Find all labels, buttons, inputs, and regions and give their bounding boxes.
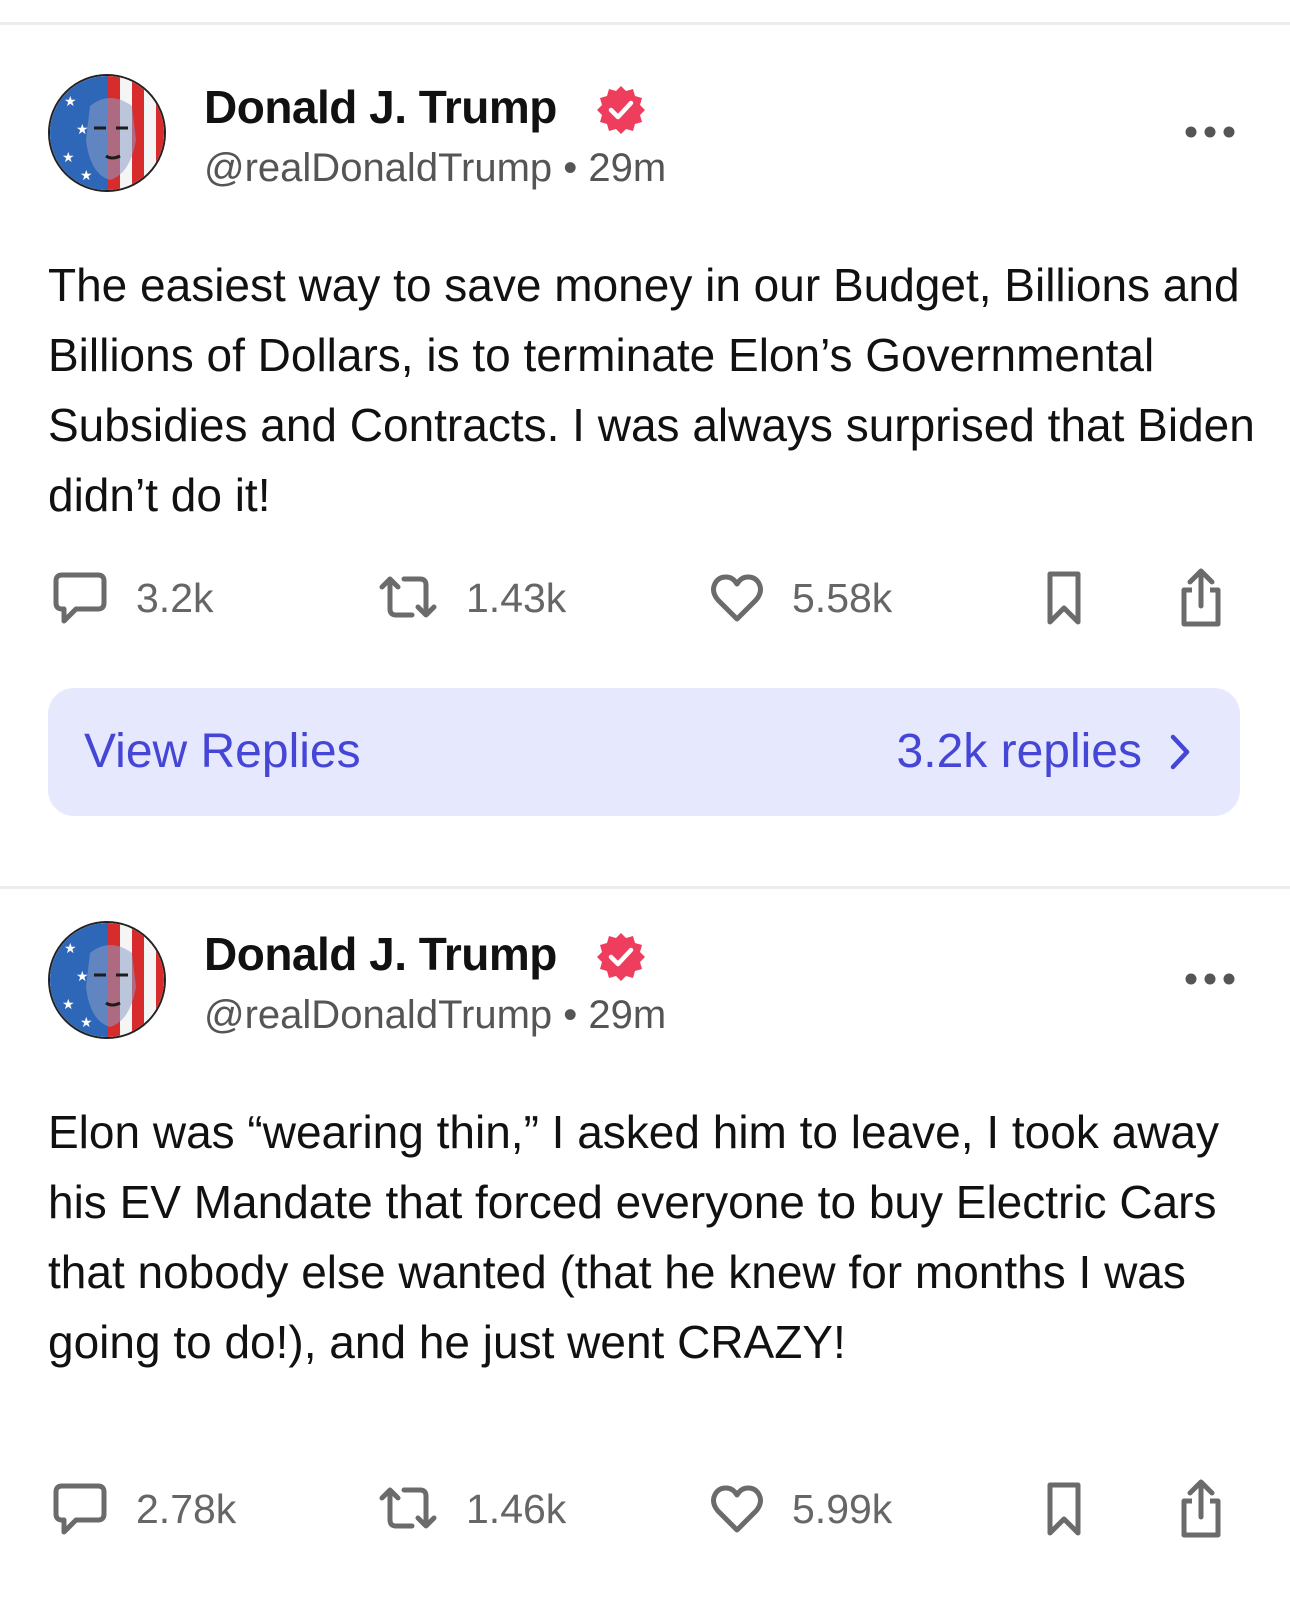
like-count: 5.58k [792, 574, 893, 621]
reply-count: 3.2k [136, 574, 214, 621]
retruth-count: 1.46k [466, 1485, 567, 1532]
retruth-icon [379, 576, 437, 618]
like-button[interactable]: 5.58k [710, 565, 892, 631]
more-options-icon[interactable] [1184, 969, 1236, 989]
svg-text:★: ★ [76, 969, 89, 985]
share-icon [1181, 1479, 1221, 1538]
svg-text:★: ★ [76, 122, 89, 138]
separator: • [563, 993, 578, 1037]
post-text: The easiest way to save money in our Bud… [48, 259, 1255, 521]
chevron-right-icon [1170, 734, 1190, 770]
heart-icon [711, 1485, 763, 1533]
avatar[interactable]: ★ ★ ★ ★ [48, 74, 166, 192]
bookmark-button[interactable] [1044, 565, 1084, 631]
like-button[interactable]: 5.99k [710, 1476, 892, 1542]
svg-text:★: ★ [62, 997, 75, 1013]
svg-text:★: ★ [64, 94, 77, 110]
share-icon [1181, 568, 1221, 627]
handle-line: @realDonaldTrump • 29m [204, 993, 666, 1038]
svg-text:★: ★ [80, 1015, 93, 1031]
post-time[interactable]: 29m [588, 146, 666, 190]
view-replies-button[interactable]: View Replies 3.2k replies [48, 688, 1240, 816]
svg-text:★: ★ [80, 168, 93, 184]
action-bar: 3.2k 1.43k 5.58k [0, 565, 1290, 631]
view-replies-count: 3.2k replies [896, 725, 1142, 778]
bookmark-icon [1047, 1482, 1081, 1536]
like-count: 5.99k [792, 1485, 893, 1532]
post-divider [0, 886, 1290, 889]
handle[interactable]: @realDonaldTrump [204, 993, 552, 1037]
heart-icon [711, 574, 763, 622]
reply-button[interactable]: 3.2k [52, 565, 214, 631]
post-text: Elon was “wearing thin,” I asked him to … [48, 1106, 1220, 1368]
retruth-icon [379, 1487, 437, 1529]
reply-icon [53, 572, 107, 624]
retruth-count: 1.43k [466, 574, 567, 621]
verified-badge-icon [597, 86, 645, 134]
author-name[interactable]: Donald J. Trump [204, 927, 557, 981]
reply-icon [53, 1483, 107, 1535]
post-time[interactable]: 29m [588, 993, 666, 1037]
action-bar: 2.78k 1.46k 5.99k [0, 1476, 1290, 1542]
verified-badge-icon [597, 933, 645, 981]
avatar[interactable]: ★ ★ ★ ★ [48, 921, 166, 1039]
bookmark-button[interactable] [1044, 1476, 1084, 1542]
top-divider [0, 22, 1290, 25]
view-replies-label: View Replies [84, 725, 361, 778]
svg-text:★: ★ [64, 941, 77, 957]
reply-button[interactable]: 2.78k [52, 1476, 236, 1542]
bookmark-icon [1047, 571, 1081, 625]
more-options-icon[interactable] [1184, 122, 1236, 142]
share-button[interactable] [1178, 1476, 1224, 1542]
reply-count: 2.78k [136, 1485, 237, 1532]
retruth-button[interactable]: 1.43k [378, 565, 566, 631]
handle[interactable]: @realDonaldTrump [204, 146, 552, 190]
handle-line: @realDonaldTrump • 29m [204, 146, 666, 191]
retruth-button[interactable]: 1.46k [378, 1476, 566, 1542]
share-button[interactable] [1178, 565, 1224, 631]
separator: • [563, 146, 578, 190]
svg-text:★: ★ [62, 150, 75, 166]
author-name[interactable]: Donald J. Trump [204, 80, 557, 134]
